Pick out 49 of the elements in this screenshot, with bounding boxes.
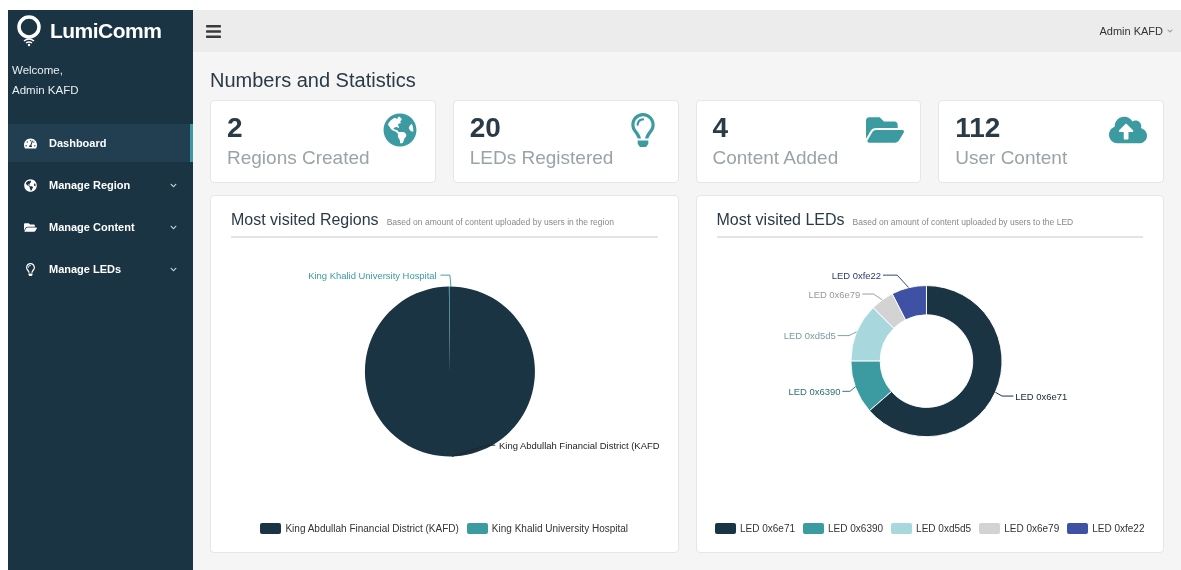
leader-line	[882, 274, 909, 288]
slice-label: King Khalid University Hospital	[308, 269, 437, 281]
leader-line	[841, 386, 856, 392]
stat-label: Content Added	[712, 146, 839, 170]
leader-line	[836, 331, 857, 337]
chart-title: Most visited Regions	[231, 210, 379, 230]
slice-label: LED 0xd5d5	[783, 330, 836, 342]
leader-line	[861, 293, 883, 301]
legend-label: LED 0x6e79	[1004, 522, 1060, 536]
legend-label: LED 0xfe22	[1092, 522, 1145, 536]
leader-line	[451, 444, 496, 457]
user-name: Admin KAFD	[12, 83, 80, 98]
logo-icon	[16, 15, 42, 47]
chart-subtitle: Based on amount of content uploaded by users to the LED	[852, 216, 1074, 229]
stat-value: 4	[712, 111, 730, 145]
legend-label: LED 0x6e71	[740, 522, 796, 536]
sidebar-item[interactable]: Manage Region	[8, 166, 193, 204]
menu-icon[interactable]	[205, 22, 222, 40]
chart-title: Most visited LEDs	[716, 210, 845, 230]
stat-value: 112	[955, 111, 1002, 145]
stat-label: LEDs Registered	[469, 146, 614, 170]
legend-label: King Khalid University Hospital	[491, 522, 629, 536]
slice-label: LED 0x6e71	[1014, 390, 1067, 402]
dashboard-icon	[24, 136, 37, 150]
leader-line	[440, 274, 452, 287]
brand-name: LumiComm	[50, 18, 162, 45]
slice-label: LED 0x6390	[788, 386, 840, 398]
legend-label: King Abdullah Financial District (KAFD)	[285, 522, 459, 536]
stat-value: 20	[469, 111, 502, 145]
page-title: Numbers and Statistics	[210, 68, 417, 92]
sidebar-item[interactable]: Manage Content	[8, 208, 193, 246]
user-menu[interactable]: Admin KAFD	[1099, 22, 1173, 40]
legend-label: LED 0x6390	[828, 522, 884, 536]
globe-icon	[24, 178, 37, 192]
chart-subtitle: Based on amount of content uploaded by users in the region	[386, 216, 614, 229]
legend-label: LED 0xd5d5	[916, 522, 972, 536]
leader-line	[994, 391, 1014, 397]
sidebar-item[interactable]: Manage LEDs	[8, 250, 193, 288]
stat-label: Regions Created	[227, 146, 370, 170]
folder-icon	[24, 220, 37, 234]
slice-label: King Abdullah Financial District (KAFD	[499, 439, 660, 451]
welcome-text: Welcome,	[12, 63, 64, 78]
slice-label: LED 0x6e79	[807, 288, 860, 300]
stat-value: 2	[227, 111, 244, 145]
lightbulb-icon	[24, 262, 37, 276]
slice-label: LED 0xfe22	[831, 269, 881, 281]
stat-label: User Content	[955, 146, 1068, 170]
sidebar-item[interactable]: Dashboard	[8, 124, 193, 162]
chevron-down-icon	[1167, 28, 1173, 34]
